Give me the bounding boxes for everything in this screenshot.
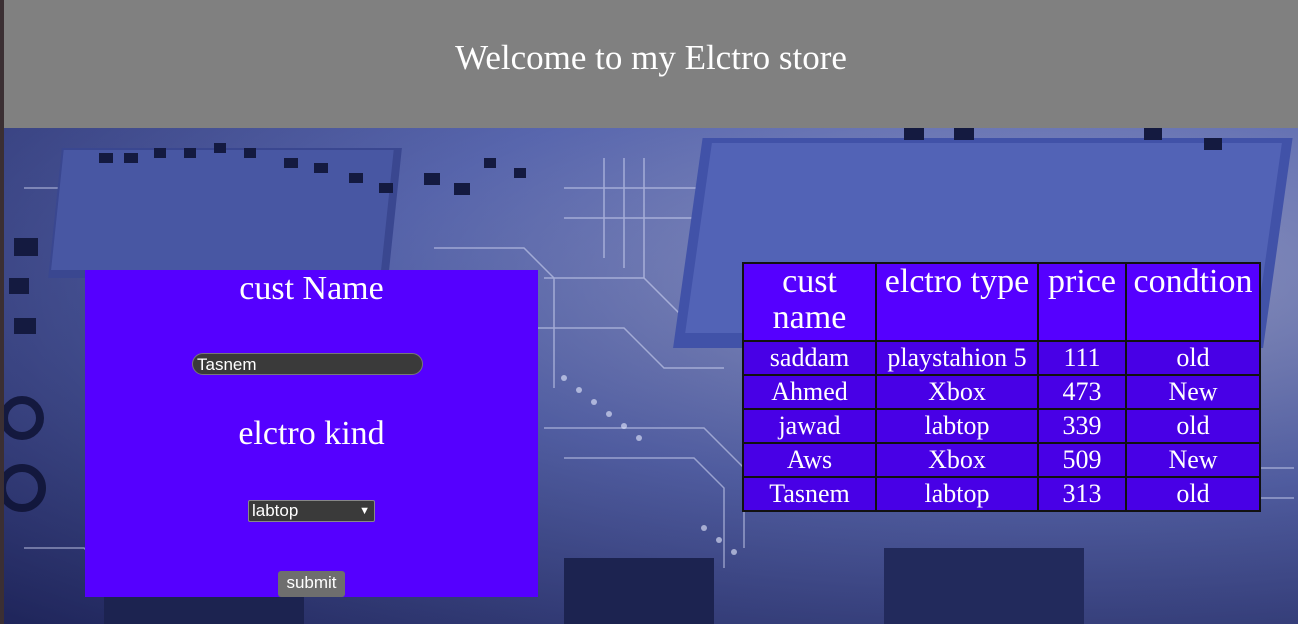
order-form: cust Name Tasnem elctro kind labtop ▼ su… <box>85 270 538 597</box>
page: Welcome to my Elctro store cust Name Tas… <box>4 0 1298 624</box>
cell-condtion: old <box>1125 340 1261 376</box>
table-header-row: cust name elctro type price condtion <box>742 262 1261 342</box>
cell-price: 509 <box>1037 442 1127 478</box>
cell-price: 313 <box>1037 476 1127 512</box>
header-elctro-type: elctro type <box>875 262 1039 342</box>
table-row: Tasnem labtop 313 old <box>742 476 1261 512</box>
cell-elctro-type: Xbox <box>875 374 1039 410</box>
header-condtion: condtion <box>1125 262 1261 342</box>
cust-name-input[interactable]: Tasnem <box>192 353 423 375</box>
page-title: Welcome to my Elctro store <box>455 38 847 77</box>
header-bar: Welcome to my Elctro store <box>4 0 1298 128</box>
cust-name-label: cust Name <box>239 270 384 307</box>
chevron-down-icon: ▼ <box>359 505 370 517</box>
table-row: saddam playstahion 5 111 old <box>742 340 1261 376</box>
table-row: jawad labtop 339 old <box>742 408 1261 444</box>
cell-cust-name: saddam <box>742 340 877 376</box>
cell-elctro-type: labtop <box>875 476 1039 512</box>
elctro-kind-select[interactable]: labtop ▼ <box>248 500 375 522</box>
cell-condtion: New <box>1125 442 1261 478</box>
cell-elctro-type: labtop <box>875 408 1039 444</box>
cell-cust-name: jawad <box>742 408 877 444</box>
cell-condtion: old <box>1125 476 1261 512</box>
cell-cust-name: Tasnem <box>742 476 877 512</box>
elctro-kind-label: elctro kind <box>238 415 385 452</box>
cell-price: 473 <box>1037 374 1127 410</box>
elctro-kind-selected: labtop <box>252 501 299 520</box>
cell-condtion: New <box>1125 374 1261 410</box>
cell-price: 339 <box>1037 408 1127 444</box>
orders-table: cust name elctro type price condtion sad… <box>742 262 1261 512</box>
cell-elctro-type: Xbox <box>875 442 1039 478</box>
cell-price: 111 <box>1037 340 1127 376</box>
header-cust-name: cust name <box>742 262 877 342</box>
cell-cust-name: Ahmed <box>742 374 877 410</box>
cell-condtion: old <box>1125 408 1261 444</box>
table-row: Ahmed Xbox 473 New <box>742 374 1261 410</box>
cell-elctro-type: playstahion 5 <box>875 340 1039 376</box>
cell-cust-name: Aws <box>742 442 877 478</box>
submit-button[interactable]: submit <box>278 571 345 597</box>
table-row: Aws Xbox 509 New <box>742 442 1261 478</box>
header-price: price <box>1037 262 1127 342</box>
